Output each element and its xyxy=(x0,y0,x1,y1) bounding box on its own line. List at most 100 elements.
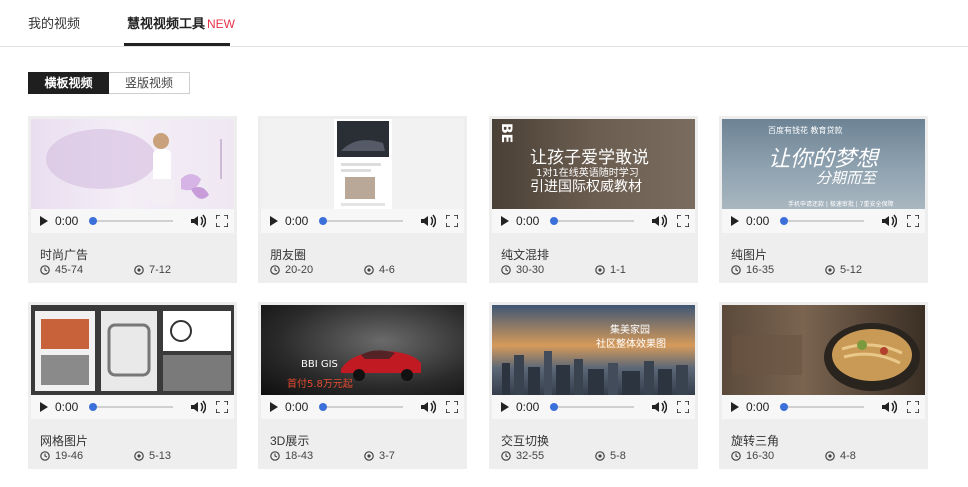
duration-info: 16-30 xyxy=(731,450,774,462)
video-thumbnail[interactable] xyxy=(722,305,925,395)
progress-track[interactable] xyxy=(89,217,173,225)
fashion-thumbnail-art xyxy=(46,129,222,203)
clock-icon xyxy=(731,451,741,461)
image-count-range: 4-6 xyxy=(379,264,395,276)
template-card[interactable]: 0:00 朋友圈 20-20 4-6 xyxy=(258,116,467,283)
fullscreen-icon[interactable] xyxy=(446,215,458,227)
video-player-controls: 0:00 xyxy=(261,209,464,233)
volume-icon[interactable] xyxy=(651,400,667,414)
tab-my-videos[interactable]: 我的视频 xyxy=(28,13,80,32)
overlay-subtitle: 社区整体效果图 xyxy=(596,339,666,350)
template-card[interactable]: 0:00 时尚广告 45-74 7-12 xyxy=(28,116,237,283)
volume-icon[interactable] xyxy=(420,400,436,414)
play-icon[interactable] xyxy=(501,402,509,412)
template-title: 纯文混排 xyxy=(501,248,550,262)
fullscreen-icon[interactable] xyxy=(446,401,458,413)
progress-track[interactable] xyxy=(89,403,173,411)
template-card[interactable]: BBI GIS 首付5.8万元起 0:00 3D展示 18-43 3-7 xyxy=(258,302,467,469)
video-thumbnail[interactable] xyxy=(31,119,234,209)
fullscreen-icon[interactable] xyxy=(907,401,919,413)
video-player-controls: 0:00 xyxy=(722,395,925,419)
progress-track[interactable] xyxy=(319,403,403,411)
progress-track[interactable] xyxy=(550,217,634,225)
time-display: 0:00 xyxy=(516,400,540,414)
volume-icon[interactable] xyxy=(190,400,206,414)
clock-icon xyxy=(731,265,741,275)
template-title: 交互切换 xyxy=(501,434,550,448)
template-card[interactable]: 0:00 旋转三角 16-30 4-8 xyxy=(719,302,928,469)
template-title: 时尚广告 xyxy=(40,248,89,262)
time-display: 0:00 xyxy=(285,400,309,414)
time-display: 0:00 xyxy=(746,400,770,414)
template-card[interactable]: 0:00 网格图片 19-46 5-13 xyxy=(28,302,237,469)
duration-info: 16-35 xyxy=(731,264,774,276)
duration-info: 20-20 xyxy=(270,264,313,276)
image-count-icon xyxy=(825,451,835,461)
video-thumbnail[interactable]: BE 让孩子爱学敢说 1对1在线英语随时学习 引进国际权威教材 xyxy=(492,119,695,209)
video-thumbnail[interactable] xyxy=(261,119,464,209)
progress-track[interactable] xyxy=(780,403,864,411)
duration-info: 19-46 xyxy=(40,450,83,462)
video-thumbnail[interactable] xyxy=(31,305,234,395)
volume-icon[interactable] xyxy=(881,214,897,228)
template-card[interactable]: BE 让孩子爱学敢说 1对1在线英语随时学习 引进国际权威教材 0:00 纯文混… xyxy=(489,116,698,283)
progress-knob[interactable] xyxy=(780,217,788,225)
play-icon[interactable] xyxy=(731,216,739,226)
progress-knob[interactable] xyxy=(89,403,97,411)
overlay-subline: 分期而至 xyxy=(816,169,877,187)
volume-icon[interactable] xyxy=(190,214,206,228)
duration-range: 45-74 xyxy=(55,264,84,276)
template-card[interactable]: 集美家园 社区整体效果图 0:00 交互切换 32-55 5-8 xyxy=(489,302,698,469)
progress-knob[interactable] xyxy=(89,217,97,225)
overlay-price: 首付5.8万元起 xyxy=(287,379,353,390)
progress-knob[interactable] xyxy=(319,217,327,225)
video-player-controls: 0:00 xyxy=(492,395,695,419)
progress-knob[interactable] xyxy=(550,403,558,411)
volume-icon[interactable] xyxy=(420,214,436,228)
template-title: 朋友圈 xyxy=(270,248,307,262)
duration-range: 19-46 xyxy=(55,450,84,462)
overlay-side-text: BE xyxy=(498,123,514,144)
duration-range: 20-20 xyxy=(285,264,314,276)
fullscreen-icon[interactable] xyxy=(216,215,228,227)
video-thumbnail[interactable]: 集美家园 社区整体效果图 xyxy=(492,305,695,395)
image-count-info: 1-1 xyxy=(595,264,626,276)
image-count-icon xyxy=(595,265,605,275)
play-icon[interactable] xyxy=(270,402,278,412)
progress-track[interactable] xyxy=(550,403,634,411)
volume-icon[interactable] xyxy=(881,400,897,414)
clock-icon xyxy=(40,451,50,461)
food-thumbnail-art xyxy=(732,323,920,391)
volume-icon[interactable] xyxy=(651,214,667,228)
duration-range: 16-35 xyxy=(746,264,775,276)
progress-track[interactable] xyxy=(319,217,403,225)
landscape-button[interactable]: 横板视频 xyxy=(28,72,109,94)
fullscreen-icon[interactable] xyxy=(216,401,228,413)
video-thumbnail[interactable]: 百度有钱花 教育贷款 让你的梦想 分期而至 手机申请还款 | 极速审批 | 7重… xyxy=(722,119,925,209)
duration-range: 18-43 xyxy=(285,450,314,462)
video-thumbnail[interactable]: BBI GIS 首付5.8万元起 xyxy=(261,305,464,395)
play-icon[interactable] xyxy=(731,402,739,412)
image-count-icon xyxy=(134,265,144,275)
template-card[interactable]: 百度有钱花 教育贷款 让你的梦想 分期而至 手机申请还款 | 极速审批 | 7重… xyxy=(719,116,928,283)
play-icon[interactable] xyxy=(40,402,48,412)
play-icon[interactable] xyxy=(40,216,48,226)
progress-knob[interactable] xyxy=(780,403,788,411)
time-display: 0:00 xyxy=(285,214,309,228)
overlay-title: 集美家园 xyxy=(610,325,650,336)
progress-knob[interactable] xyxy=(550,217,558,225)
fullscreen-icon[interactable] xyxy=(677,401,689,413)
portrait-button[interactable]: 竖版视频 xyxy=(109,72,190,94)
image-count-info: 5-12 xyxy=(825,264,862,276)
fullscreen-icon[interactable] xyxy=(907,215,919,227)
play-icon[interactable] xyxy=(270,216,278,226)
fullscreen-icon[interactable] xyxy=(677,215,689,227)
play-icon[interactable] xyxy=(501,216,509,226)
clock-icon xyxy=(270,265,280,275)
tab-video-tools[interactable]: 慧视视频工具 NEW xyxy=(127,13,235,32)
progress-knob[interactable] xyxy=(319,403,327,411)
progress-track[interactable] xyxy=(780,217,864,225)
video-player-controls: 0:00 xyxy=(261,395,464,419)
tab-my-videos-label: 我的视频 xyxy=(28,16,81,31)
overlay-caption: 引进国际权威教材 xyxy=(530,179,642,195)
